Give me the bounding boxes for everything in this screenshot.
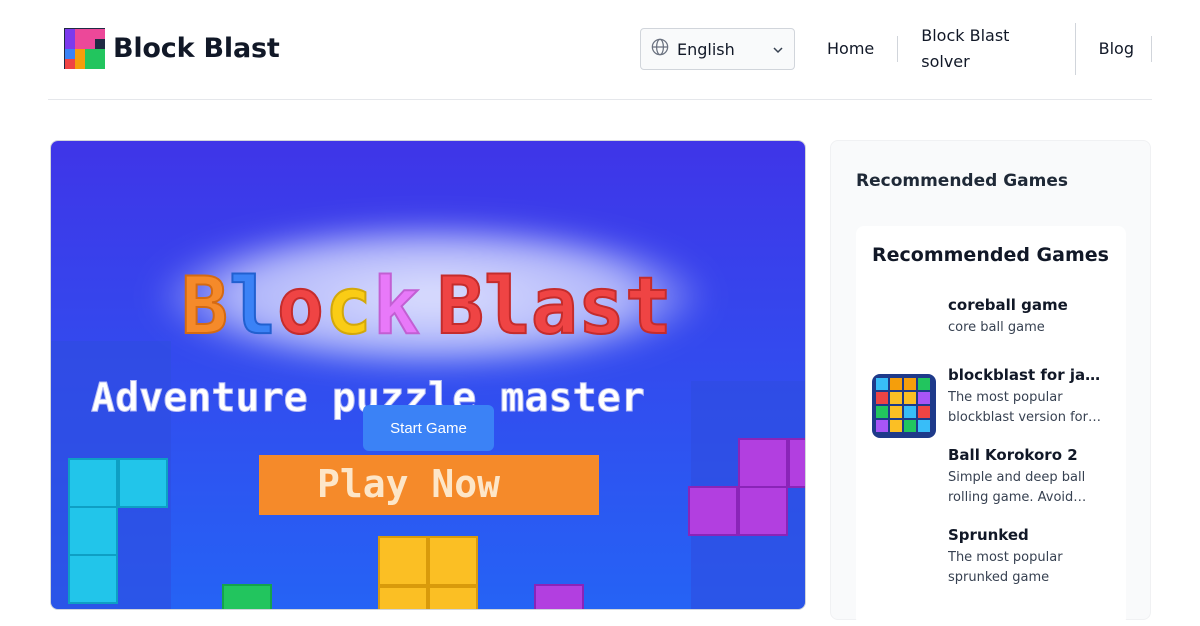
nav-blog[interactable]: Blog — [1076, 36, 1152, 62]
yellow-block — [378, 536, 478, 609]
nav-home[interactable]: Home — [804, 36, 899, 62]
game-thumbnail — [872, 454, 936, 518]
game-desc: Simple and deep ball rolling game. Avoid… — [948, 470, 1086, 505]
game-thumbnail — [872, 304, 936, 368]
language-select[interactable]: English — [640, 28, 795, 70]
nav-solver[interactable]: Block Blast solver — [898, 23, 1076, 75]
site-header: Block Blast English Home Block Blast sol… — [48, 0, 1152, 100]
game-thumbnail — [872, 534, 936, 598]
svg-text:o: o — [277, 262, 324, 352]
game-name: Sprunked — [948, 526, 1029, 544]
play-now-label: Play Now — [317, 462, 500, 506]
sidebar-title: Recommended Games — [856, 171, 1069, 191]
game-item-sprunked[interactable]: Sprunked The most popular sprunked game — [872, 526, 1112, 596]
start-game-button[interactable]: Start Game — [363, 405, 494, 451]
game-desc: The most popular blockblast version for … — [948, 390, 1088, 425]
logo-text: Block Blast — [113, 33, 280, 64]
recommended-sidebar: Recommended Games Recommended Games core… — [830, 140, 1151, 626]
game-item-coreball[interactable]: coreball game core ball game — [872, 296, 1112, 366]
game-name: Ball Korokoro 2 — [948, 446, 1078, 464]
card-title: Recommended Games — [872, 244, 1109, 266]
game-item-ball-korokoro[interactable]: Ball Korokoro 2 Simple and deep ball rol… — [872, 446, 1112, 516]
svg-text:l: l — [229, 262, 276, 352]
svg-text:B: B — [181, 262, 228, 352]
game-item-blockblast-japan[interactable]: blockblast for japan The most popular bl… — [872, 366, 1112, 438]
language-label: English — [677, 39, 735, 59]
chevron-down-icon — [772, 41, 784, 60]
svg-text:k: k — [373, 262, 420, 352]
banner-title-blast: Blast — [437, 262, 672, 352]
game-thumbnail — [872, 374, 936, 438]
game-banner: B l o c k Blast Adventure puzzle master … — [51, 141, 805, 609]
main-nav: Home Block Blast solver Blog — [804, 23, 1152, 75]
globe-icon — [651, 38, 669, 60]
game-frame[interactable]: B l o c k Blast Adventure puzzle master … — [50, 140, 806, 610]
recommended-card: Recommended Games coreball game core bal… — [856, 226, 1126, 626]
site-logo[interactable]: Block Blast — [64, 28, 280, 69]
game-desc: core ball game — [948, 320, 1045, 335]
game-name: blockblast for japan — [948, 366, 1108, 384]
game-name: coreball game — [948, 296, 1068, 314]
svg-text:c: c — [325, 262, 372, 352]
block-logo-icon — [64, 28, 105, 69]
game-desc: The most popular sprunked game — [948, 550, 1063, 585]
